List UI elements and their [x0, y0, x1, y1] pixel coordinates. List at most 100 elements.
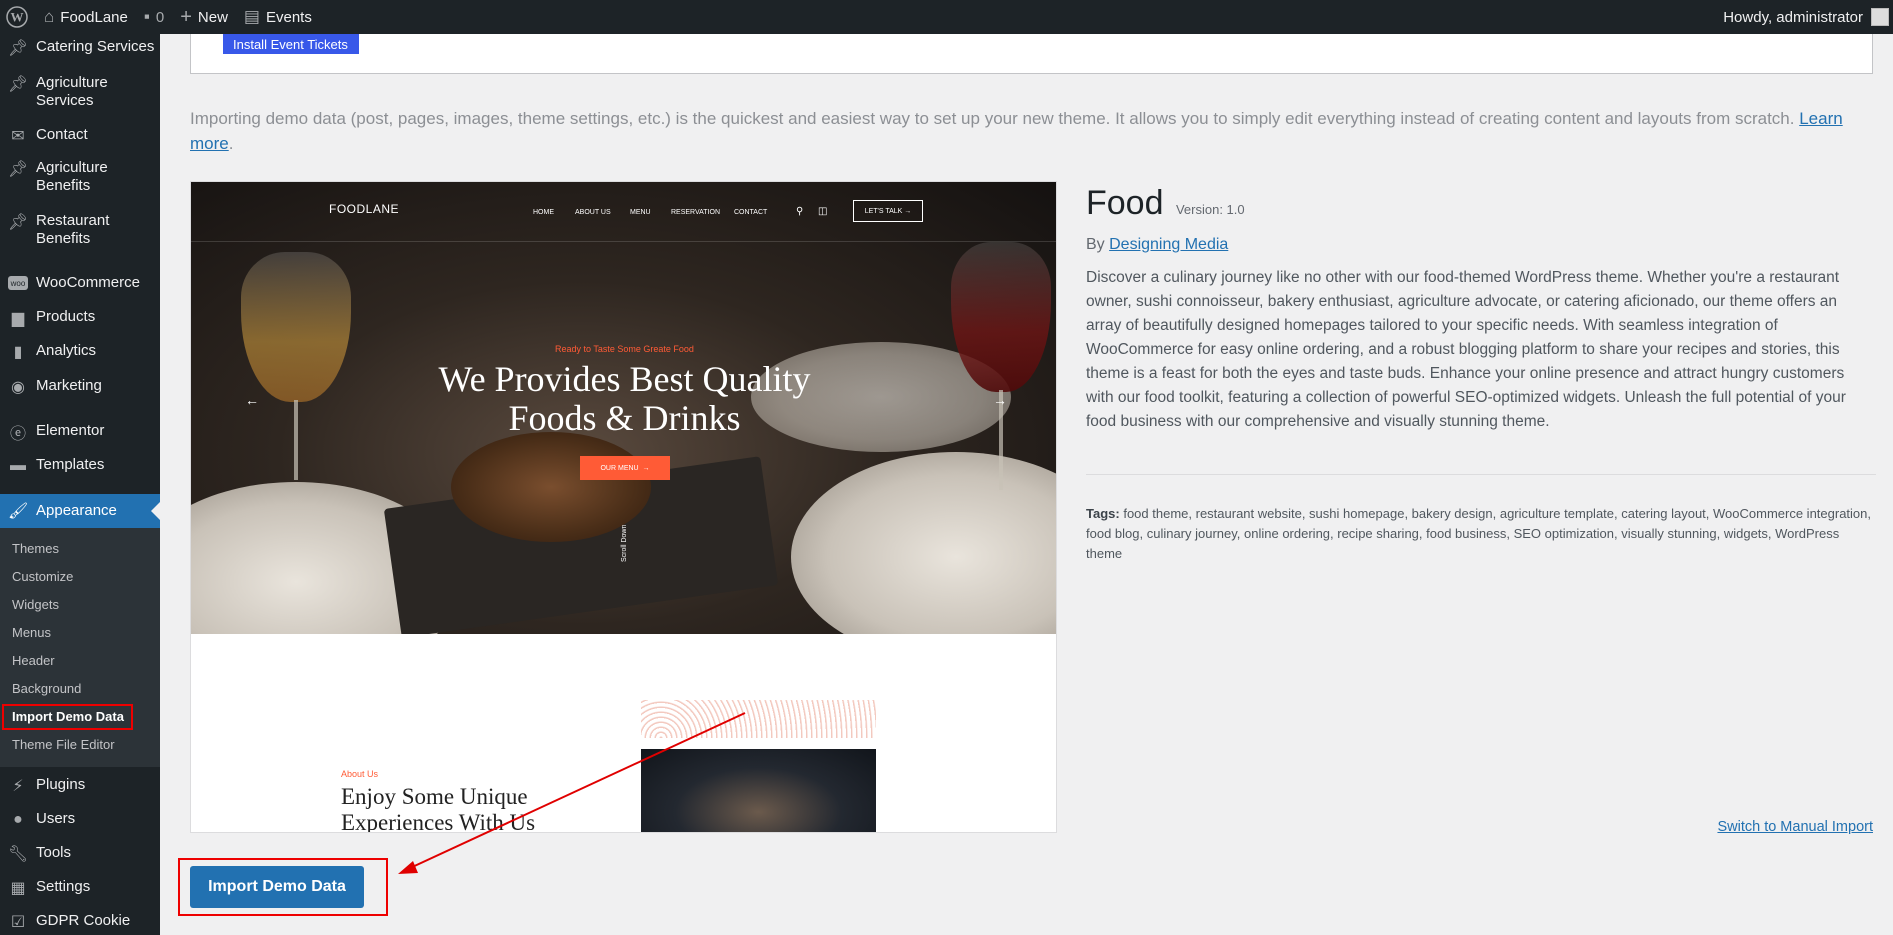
admin-sidebar: 📌︎ Catering Services 📌︎ Agriculture Serv…	[0, 34, 160, 935]
preview-nav-home: HOME	[533, 209, 554, 216]
settings-icon: ▦	[10, 880, 26, 897]
submenu-menus[interactable]: Menus	[12, 625, 51, 640]
sidebar-item-marketing[interactable]: ◉ Marketing	[0, 377, 160, 401]
comments-count: 0	[155, 8, 165, 26]
preview-hero-tagline: Ready to Taste Some Greate Food	[555, 344, 694, 354]
user-icon: ●	[13, 811, 23, 828]
preview-hero: FOODLANE HOME ABOUT US MENU RESERVATION …	[191, 182, 1056, 634]
site-name: FoodLane	[60, 8, 128, 26]
admin-bar: W ⌂ FoodLane ▪ 0 + New ▤ Events Howdy, a…	[0, 0, 1893, 34]
sidebar-item-settings[interactable]: ▦ Settings	[0, 878, 160, 902]
mail-icon: ✉	[11, 128, 25, 145]
woo-icon: woo	[8, 276, 28, 290]
sidebar-item-contact[interactable]: ✉ Contact	[0, 126, 160, 150]
calendar-icon: ▤	[243, 7, 260, 26]
submenu-themes[interactable]: Themes	[12, 541, 59, 556]
brush-icon: 🖌︎	[8, 503, 29, 520]
install-event-tickets-button[interactable]: Install Event Tickets	[223, 34, 359, 54]
submenu-widgets[interactable]: Widgets	[12, 597, 59, 612]
plate-right	[791, 452, 1056, 634]
home-icon: ⌂	[44, 7, 55, 26]
wordpress-icon: W	[6, 6, 28, 28]
sidebar-item-appearance[interactable]: 🖌︎ Appearance	[0, 494, 160, 528]
pin-icon: 📌︎	[7, 76, 29, 93]
preview-nav: FOODLANE HOME ABOUT US MENU RESERVATION …	[191, 182, 1056, 242]
intro-text: Importing demo data (post, pages, images…	[190, 109, 1843, 153]
pin-icon: 📌︎	[7, 214, 29, 231]
sidebar-item-woocommerce[interactable]: woo WooCommerce	[0, 274, 160, 298]
preview-scroll-down: Scroll Down	[621, 524, 628, 562]
new-content-link[interactable]: + New	[172, 0, 236, 34]
plus-icon: +	[180, 5, 192, 28]
megaphone-icon: ◉	[11, 379, 25, 396]
preview-our-menu-button: OUR MENU →	[580, 456, 670, 480]
preview-prev-arrow-icon: ←	[245, 392, 259, 408]
author-link[interactable]: Designing Media	[1109, 236, 1228, 253]
annotation-highlight-submenu	[2, 704, 133, 730]
pin-icon: 📌︎	[7, 161, 29, 178]
sidebar-item-tools[interactable]: 🔧︎ Tools	[0, 844, 160, 868]
account-menu[interactable]: Howdy, administrator	[1723, 0, 1893, 34]
sidebar-item-restaurant-benefits[interactable]: 📌︎ Restaurant Benefits	[0, 212, 160, 252]
folder-icon: ▬	[10, 457, 26, 474]
elementor-icon: ⓔ	[9, 426, 26, 443]
wordpress-logo[interactable]: W	[0, 0, 36, 34]
svg-text:W: W	[11, 10, 24, 25]
theme-info: Food Version: 1.0 By Designing Media Dis…	[1086, 184, 1876, 561]
plug-icon: ⚡︎	[12, 778, 24, 795]
preview-nav-contact: CONTACT	[734, 209, 768, 216]
howdy-text: Howdy, administrator	[1723, 8, 1863, 26]
submenu-background[interactable]: Background	[12, 681, 81, 696]
wrench-icon: 🔧︎	[7, 846, 29, 863]
preview-about-label: About Us	[341, 769, 379, 779]
theme-author: By Designing Media	[1086, 236, 1229, 253]
preview-nav-menu: MENU	[630, 209, 651, 216]
current-menu-arrow	[151, 502, 160, 520]
sidebar-item-gdpr-cookie[interactable]: ☑ GDPR Cookie	[0, 912, 160, 935]
sidebar-item-catering-services[interactable]: 📌︎ Catering Services	[0, 38, 160, 62]
events-label: Events	[265, 8, 312, 26]
preview-logo: FOODLANE	[329, 202, 400, 216]
sidebar-item-elementor[interactable]: ⓔ Elementor	[0, 422, 160, 446]
sidebar-item-agriculture-benefits[interactable]: 📌︎ Agriculture Benefits	[0, 159, 160, 199]
pin-icon: 📌︎	[7, 40, 29, 57]
preview-bag-icon: ◫	[818, 206, 828, 217]
sidebar-item-templates[interactable]: ▬ Templates	[0, 456, 160, 480]
theme-heading: Food Version: 1.0	[1086, 184, 1876, 223]
preview-pattern	[641, 700, 876, 738]
submenu-customize[interactable]: Customize	[12, 569, 73, 584]
sidebar-item-agriculture-services[interactable]: 📌︎ Agriculture Services	[0, 74, 160, 114]
check-icon: ☑	[10, 914, 26, 931]
preview-chef-image	[641, 749, 876, 832]
comments-link[interactable]: ▪ 0	[136, 0, 172, 34]
theme-preview-image: FOODLANE HOME ABOUT US MENU RESERVATION …	[190, 181, 1057, 833]
theme-description: Discover a culinary journey like no othe…	[1086, 269, 1846, 430]
preview-about-title: Enjoy Some Unique Experiences With Us	[341, 784, 536, 833]
preview-search-icon: ⚲	[796, 206, 804, 217]
sidebar-item-analytics[interactable]: ▮ Analytics	[0, 342, 160, 366]
theme-version: Version: 1.0	[1175, 202, 1245, 217]
comment-icon: ▪	[143, 7, 150, 26]
archive-icon: ▆	[11, 310, 25, 327]
events-link[interactable]: ▤ Events	[236, 0, 320, 34]
preview-lets-talk: LET'S TALK →	[853, 200, 923, 222]
preview-nav-reservation: RESERVATION	[671, 209, 721, 216]
sidebar-item-users[interactable]: ● Users	[0, 810, 160, 834]
import-demo-data-button[interactable]: Import Demo Data	[190, 866, 364, 908]
switch-to-manual-import-link[interactable]: Switch to Manual Import	[1717, 819, 1873, 835]
avatar	[1871, 8, 1889, 26]
preview-nav-about: ABOUT US	[575, 209, 611, 216]
preview-hero-title: We Provides Best Quality Foods & Drinks	[438, 359, 811, 438]
chart-icon: ▮	[13, 344, 23, 361]
divider	[1086, 474, 1876, 475]
submenu-theme-file-editor[interactable]: Theme File Editor	[12, 737, 115, 752]
theme-name: Food	[1086, 184, 1164, 222]
sidebar-item-products[interactable]: ▆ Products	[0, 308, 160, 332]
main-content: Install Event Tickets Importing demo dat…	[160, 34, 1893, 935]
preview-next-arrow-icon: →	[993, 392, 1007, 408]
new-label: New	[197, 8, 228, 26]
submenu-header[interactable]: Header	[12, 653, 55, 668]
notice-card: Install Event Tickets	[190, 34, 1873, 74]
sidebar-item-plugins[interactable]: ⚡︎ Plugins	[0, 776, 160, 800]
site-name-link[interactable]: ⌂ FoodLane	[36, 0, 136, 34]
